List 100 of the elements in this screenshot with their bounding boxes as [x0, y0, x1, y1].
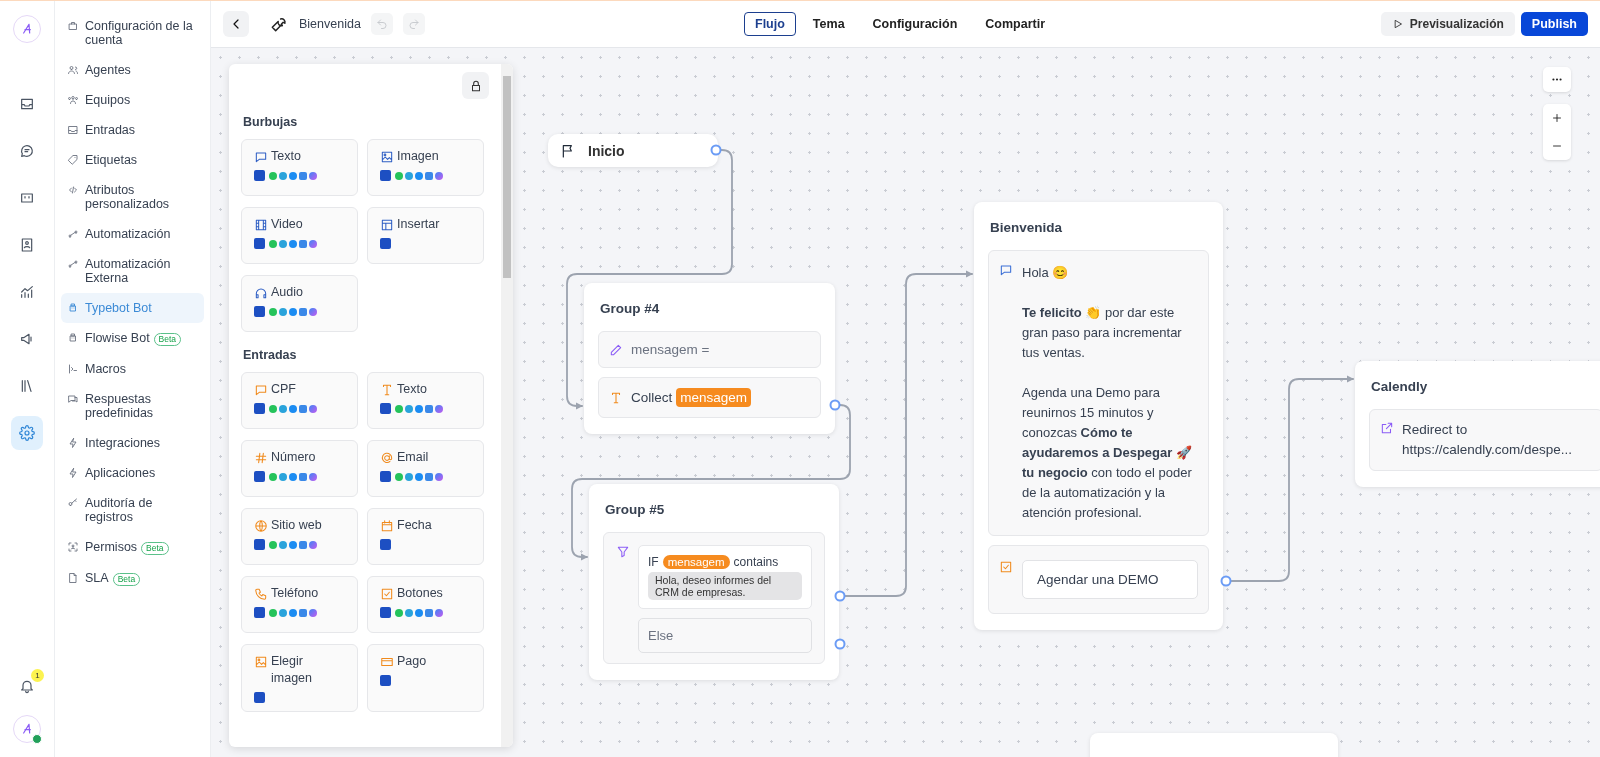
tab[interactable]: Tema [801, 12, 856, 36]
preview-button[interactable]: Previsualización [1380, 12, 1515, 36]
credit-card-icon [380, 655, 394, 669]
settings-menu-item[interactable]: Etiquetas [61, 145, 204, 175]
connection-port[interactable] [834, 590, 846, 602]
chat-bubble-icon [19, 143, 35, 159]
publish-button[interactable]: Publish [1520, 12, 1588, 36]
block-item[interactable]: Email [367, 440, 484, 497]
code-icon [67, 184, 79, 196]
condition-item[interactable]: IF mensagem contains Hola, deseo informes del CRM de empresas. [638, 545, 812, 609]
calendar-icon [380, 519, 394, 533]
globe-icon [254, 519, 268, 533]
bolt-icon [67, 437, 79, 449]
connection-port[interactable] [834, 638, 846, 650]
message-text: Te felicito 👏 por dar este gran paso para incrementar tus ventas. [1022, 304, 1183, 362]
settings-menu-item[interactable]: Integraciones [61, 428, 204, 458]
settings-menu-item[interactable]: Agentes [61, 55, 204, 85]
nav-button[interactable] [11, 416, 43, 450]
message-text: Agenda una Demo para reunirnos 15 minutos y conozcas Cómo te ayudaremos a Despegar 🚀 tu negocio con todo el poder de la automatización y la atención profesional. [1022, 384, 1193, 522]
bolt-icon [67, 467, 79, 479]
block-item[interactable]: Texto [367, 372, 484, 429]
else-item[interactable]: Else [638, 618, 812, 653]
inbox-icon [19, 96, 35, 112]
block-item[interactable]: Texto [241, 139, 358, 196]
block-text: Collect [631, 390, 673, 405]
face-scan-icon [67, 541, 79, 553]
film-icon [254, 218, 268, 232]
group-title: Group #5 [605, 502, 666, 517]
block-text: Redirect to https://calendly.com/despe... [1402, 421, 1574, 459]
text-bubble-block[interactable] [988, 250, 1209, 536]
contact-book-icon [19, 237, 35, 253]
people-icon [67, 64, 79, 76]
block-item[interactable]: Audio [241, 275, 358, 332]
condition-keyword: IF [648, 555, 659, 569]
chat-bubble-icon [999, 263, 1013, 277]
redirect-block[interactable]: Redirect to https://calendly.com/despe... [1369, 409, 1600, 471]
message-text: Hola 😊 [1022, 264, 1070, 282]
start-node[interactable]: Inicio [548, 134, 718, 167]
condition-value: Hola, deseo informes del CRM de empresas. [648, 572, 802, 600]
block-item[interactable]: Video [241, 207, 358, 264]
group-card[interactable]: Calendly Redirect to https://calendly.com/despe... [1355, 361, 1600, 487]
tab[interactable]: Flujo [744, 12, 796, 36]
link-icon [67, 228, 79, 240]
settings-menu-item[interactable]: Configuración de la cuenta [61, 11, 204, 55]
condition-block[interactable]: IF mensagem contains Hola, deseo informes del CRM de empresas. Else [603, 532, 825, 664]
block-item[interactable]: Botones [367, 576, 484, 633]
settings-menu-item[interactable]: Atributos personalizados [61, 175, 204, 219]
block-item[interactable]: Sitio web [241, 508, 358, 565]
settings-menu-item[interactable]: Macros [61, 354, 204, 384]
settings-menu-item[interactable]: Automatización Externa [61, 249, 204, 293]
robot-icon [67, 302, 79, 314]
lock-button[interactable] [462, 72, 489, 99]
redo-icon [407, 18, 420, 30]
key-icon [67, 497, 79, 509]
block-item[interactable]: Insertar [367, 207, 484, 264]
undo-icon [375, 18, 388, 30]
settings-menu-item[interactable]: Auditoría de registros [61, 488, 204, 532]
tab[interactable]: Configuración [861, 12, 969, 36]
scrollbar[interactable] [501, 64, 513, 747]
set-variable-block[interactable]: mensagem = [598, 331, 821, 368]
block-item[interactable]: Imagen [367, 139, 484, 196]
text-input-block[interactable]: Collect mensagem [598, 377, 821, 418]
plus-icon [1551, 112, 1563, 124]
flow-title[interactable]: Bienvenida [299, 17, 361, 31]
group-title: Bienvenida [990, 220, 1064, 235]
app-logo[interactable] [13, 15, 41, 43]
block-item[interactable]: Número [241, 440, 358, 497]
group-card[interactable]: Group #5 IF mensagem contains Hola, deseo informes del CRM de empresas. Else [589, 484, 839, 680]
user-avatar[interactable] [13, 715, 41, 743]
block-item[interactable]: CPF [241, 372, 358, 429]
settings-menu-item[interactable]: Aplicaciones [61, 458, 204, 488]
back-button[interactable] [223, 11, 249, 37]
more-options-button[interactable] [1543, 67, 1571, 92]
buttons-block[interactable]: Agendar una DEMO [988, 545, 1209, 614]
settings-menu-item[interactable]: Equipos [61, 85, 204, 115]
notifications-button[interactable]: 1 [11, 669, 43, 703]
block-item[interactable]: Fecha [367, 508, 484, 565]
settings-menu-item[interactable]: Entradas [61, 115, 204, 145]
more-icon [1552, 78, 1562, 81]
settings-menu-item[interactable]: Respuestas predefinidas [61, 384, 204, 428]
settings-menu-item[interactable]: SLA Beta [61, 563, 204, 594]
tab[interactable]: Compartir [974, 12, 1057, 36]
block-item[interactable]: Elegir imagen [241, 644, 358, 712]
choice-button[interactable]: Agendar una DEMO [1022, 560, 1198, 599]
hash-icon [254, 451, 268, 465]
briefcase-icon [67, 20, 79, 32]
settings-menu-item[interactable]: Permisos Beta [61, 532, 204, 563]
external-link-icon [1380, 421, 1394, 435]
chat-bubble-icon [254, 383, 268, 397]
group-card[interactable] [974, 202, 1223, 630]
settings-icon [19, 425, 35, 441]
connection-port[interactable] [710, 144, 722, 156]
block-item[interactable]: Pago [367, 644, 484, 712]
settings-menu-item[interactable]: Flowise Bot Beta [61, 323, 204, 354]
block-item[interactable]: Teléfono [241, 576, 358, 633]
settings-menu-item[interactable]: Automatización [61, 219, 204, 249]
group-card[interactable]: Group #4 mensagem = Collect mensagem [584, 283, 835, 434]
connection-port[interactable] [829, 399, 841, 411]
terminal-icon [67, 363, 79, 375]
connection-port[interactable] [1220, 575, 1232, 587]
